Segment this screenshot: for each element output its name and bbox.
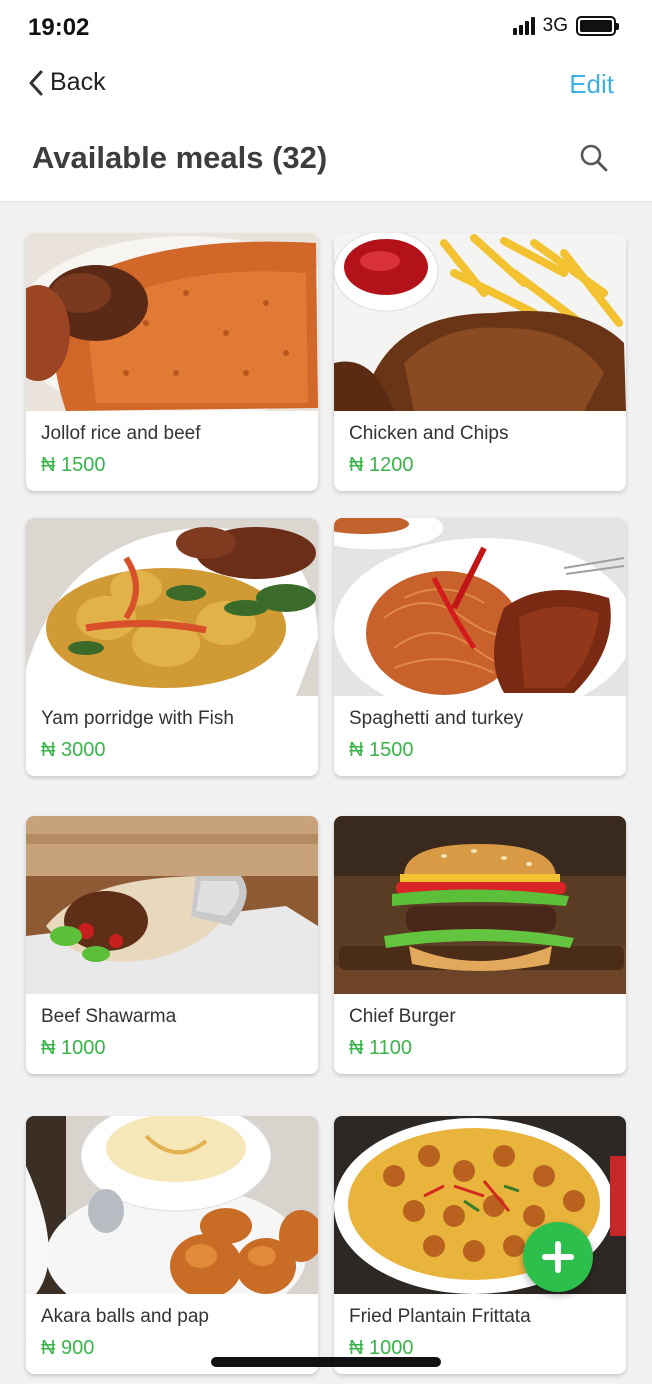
meals-grid: Jollof rice and beef ₦ 1500 Chicken and … — [0, 0, 652, 1384]
meal-price: ₦ 900 — [41, 1337, 95, 1359]
meal-price: ₦ 1000 — [41, 1037, 106, 1059]
meal-card[interactable]: Chief Burger ₦ 1100 — [334, 816, 626, 1074]
meal-card[interactable]: Chicken and Chips ₦ 1200 — [334, 233, 626, 491]
meal-name: Chief Burger — [349, 1006, 456, 1027]
meal-card[interactable]: Spaghetti and turkey ₦ 1500 — [334, 518, 626, 776]
meal-photo — [26, 816, 318, 994]
meal-card[interactable]: Beef Shawarma ₦ 1000 — [26, 816, 318, 1074]
meal-price: ₦ 1200 — [349, 454, 414, 476]
meal-price: ₦ 1100 — [349, 1037, 413, 1059]
meal-name: Fried Plantain Frittata — [349, 1306, 531, 1327]
meal-price: ₦ 1500 — [41, 454, 106, 476]
add-meal-button[interactable] — [523, 1222, 593, 1292]
meal-photo — [26, 233, 318, 411]
meal-name: Yam porridge with Fish — [41, 708, 234, 729]
meal-price: ₦ 3000 — [41, 739, 106, 761]
meal-photo — [334, 816, 626, 994]
meal-name: Chicken and Chips — [349, 423, 509, 444]
meal-photo — [26, 1116, 318, 1294]
meal-name: Beef Shawarma — [41, 1006, 177, 1027]
meal-card[interactable]: Jollof rice and beef ₦ 1500 — [26, 233, 318, 491]
meal-name: Jollof rice and beef — [41, 423, 201, 444]
meal-card[interactable]: Yam porridge with Fish ₦ 3000 — [26, 518, 318, 776]
meal-name: Spaghetti and turkey — [349, 708, 524, 729]
home-indicator — [211, 1357, 441, 1367]
meal-photo — [26, 518, 318, 696]
meal-price: ₦ 1500 — [349, 739, 414, 761]
meal-name: Akara balls and pap — [41, 1306, 209, 1327]
meal-photo — [334, 518, 626, 696]
meal-photo — [334, 233, 626, 411]
meal-card[interactable]: Akara balls and pap ₦ 900 — [26, 1116, 318, 1374]
